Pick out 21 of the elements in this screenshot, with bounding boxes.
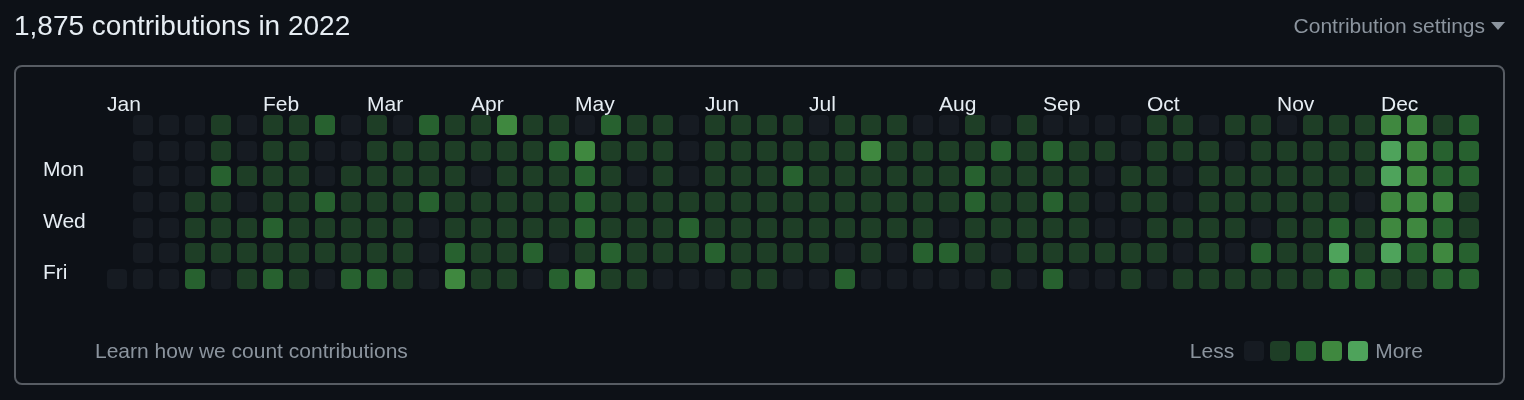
month-label: Aug	[939, 93, 977, 114]
month-label: Sep	[1043, 93, 1081, 114]
contributions-heading: 1,875 contributions in 2022	[14, 9, 351, 43]
legend-more-label: More	[1375, 338, 1423, 365]
month-label: Oct	[1147, 93, 1180, 114]
month-label: Jul	[809, 93, 836, 114]
weekday-label: Fri	[43, 260, 68, 282]
month-label: Feb	[263, 93, 300, 114]
caret-icon	[1491, 22, 1505, 30]
month-label: Jun	[705, 93, 739, 114]
weekday-label: Mon	[43, 158, 84, 180]
learn-link[interactable]: Learn how we count contributions	[95, 335, 408, 367]
month-label: May	[575, 93, 615, 114]
legend-less-label: Less	[1189, 338, 1235, 365]
month-label: Nov	[1277, 93, 1315, 114]
month-label: Apr	[471, 93, 504, 114]
month-label: Jan	[107, 93, 141, 114]
month-label: Mar	[367, 93, 404, 114]
month-label: Dec	[1381, 93, 1419, 114]
weekday-label: Wed	[43, 209, 86, 231]
contribution-settings-dropdown[interactable]: Contribution settings	[1293, 10, 1505, 42]
